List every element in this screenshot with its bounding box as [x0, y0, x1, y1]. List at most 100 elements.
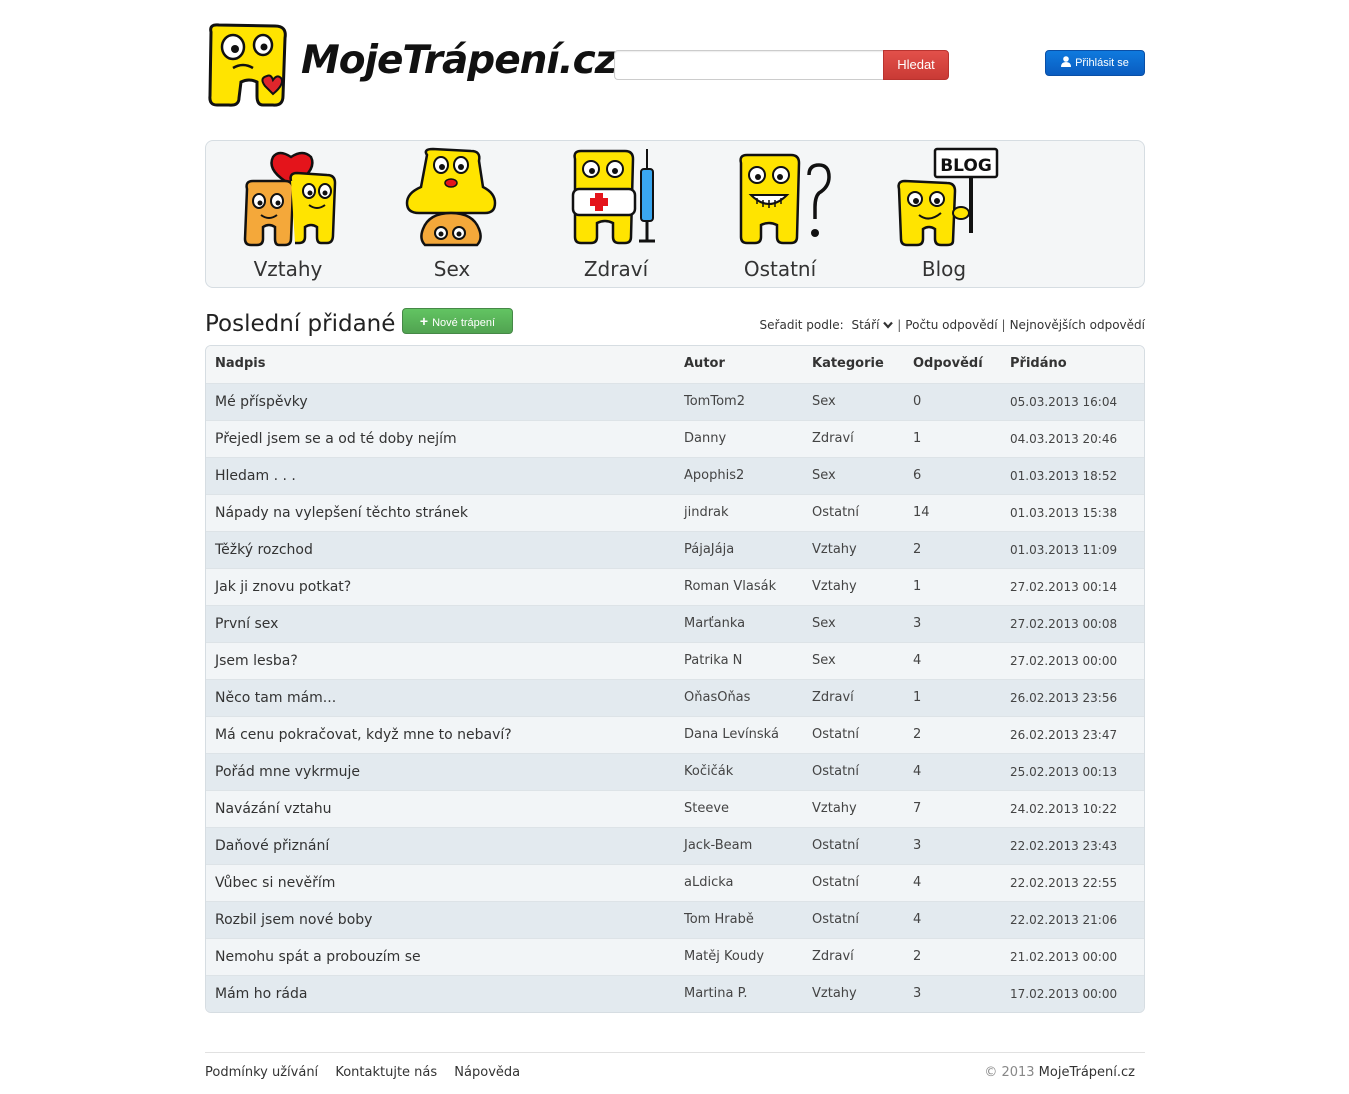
- table-row[interactable]: Těžký rozchod PájaJája Vztahy 2 01.03.2013 1…: [206, 531, 1144, 568]
- row-category: Zdraví: [812, 431, 854, 446]
- row-title-link[interactable]: Má cenu pokračovat, když mne to nebaví?: [215, 717, 512, 753]
- row-category: Ostatní: [812, 912, 860, 927]
- category-vztahy[interactable]: Vztahy: [228, 147, 348, 283]
- row-category: Ostatní: [812, 875, 860, 890]
- row-title-link[interactable]: Přejedl jsem se a od té doby nejím: [215, 421, 457, 457]
- row-author[interactable]: PájaJája: [684, 532, 734, 568]
- search-button[interactable]: Hledat: [883, 50, 949, 80]
- category-ostatni[interactable]: Ostatní: [720, 147, 840, 283]
- sort-bar: Seřadit podle: Stáří | Počtu odpovědí | Nej…: [760, 318, 1145, 332]
- login-button[interactable]: Přihlásit se: [1045, 50, 1145, 76]
- table-row[interactable]: Navázání vztahu Steeve Vztahy 7 24.02.2013 1…: [206, 790, 1144, 827]
- sort-option-age[interactable]: Stáří: [851, 318, 894, 332]
- row-title-link[interactable]: Nápady na vylepšení těchto stránek: [215, 495, 468, 531]
- category-label: Ostatní: [743, 257, 817, 281]
- row-answers: 1: [913, 579, 922, 594]
- row-category: Ostatní: [812, 505, 860, 520]
- row-date: 01.03.2013 11:09: [1010, 543, 1118, 557]
- footer-links: Podmínky užívání Kontaktujte nás Nápověd…: [205, 1065, 533, 1080]
- category-sex[interactable]: Sex: [392, 147, 512, 283]
- row-author[interactable]: Dana Levínská: [684, 717, 779, 753]
- row-author[interactable]: Kočičák: [684, 754, 733, 790]
- row-title-link[interactable]: Hledam . . .: [215, 458, 296, 494]
- table-row[interactable]: Jsem lesba? Patrika N Sex 4 27.02.2013 00:00: [206, 642, 1144, 679]
- row-author[interactable]: Apophis2: [684, 458, 744, 494]
- new-problem-button[interactable]: + Nové trápení: [402, 308, 513, 334]
- row-author[interactable]: Matěj Koudy: [684, 939, 764, 975]
- row-title-link[interactable]: Pořád mne vykrmuje: [215, 754, 360, 790]
- table-row[interactable]: Přejedl jsem se a od té doby nejím Danny Z…: [206, 420, 1144, 457]
- row-title-link[interactable]: Mé příspěvky: [215, 384, 308, 420]
- category-nav: Vztahy Sex Zdraví Ostatní BLOG Blog: [205, 140, 1145, 288]
- row-author[interactable]: Roman Vlasák: [684, 569, 776, 605]
- column-header-title[interactable]: Nadpis: [215, 346, 265, 382]
- row-title-link[interactable]: Navázání vztahu: [215, 791, 332, 827]
- row-author[interactable]: Marťanka: [684, 606, 745, 642]
- login-button-label: Přihlásit se: [1075, 57, 1129, 69]
- problems-table: Nadpis Autor Kategorie Odpovědí Přidáno …: [205, 345, 1145, 1013]
- row-answers: 2: [913, 727, 922, 742]
- column-header-category[interactable]: Kategorie: [812, 346, 884, 382]
- relationship-icon: [243, 151, 337, 247]
- site-logo[interactable]: MojeTrápení.cz: [205, 22, 617, 108]
- row-category: Sex: [812, 394, 836, 409]
- column-header-answers[interactable]: Odpovědí: [913, 346, 983, 382]
- row-title-link[interactable]: Něco tam mám...: [215, 680, 336, 716]
- table-row[interactable]: Daňové přiznání Jack-Beam Ostatní 3 22.02.20…: [206, 827, 1144, 864]
- blog-icon: BLOG: [897, 147, 999, 247]
- row-title-link[interactable]: Těžký rozchod: [215, 532, 313, 568]
- table-row[interactable]: Nápady na vylepšení těchto stránek jindra…: [206, 494, 1144, 531]
- row-author[interactable]: Danny: [684, 421, 726, 457]
- table-row[interactable]: Mé příspěvky TomTom2 Sex 0 05.03.2013 16:04: [206, 383, 1144, 420]
- table-row[interactable]: Jak ji znovu potkat? Roman Vlasák Vztahy 1 2…: [206, 568, 1144, 605]
- row-title-link[interactable]: Nemohu spát a probouzím se: [215, 939, 421, 975]
- footer-link-contact[interactable]: Kontaktujte nás: [335, 1065, 437, 1080]
- row-date: 05.03.2013 16:04: [1010, 395, 1118, 409]
- row-category: Vztahy: [812, 542, 857, 557]
- column-header-date[interactable]: Přidáno: [1010, 346, 1067, 382]
- table-row[interactable]: První sex Marťanka Sex 3 27.02.2013 00:08: [206, 605, 1144, 642]
- row-answers: 4: [913, 912, 922, 927]
- table-row[interactable]: Mám ho ráda Martina P. Vztahy 3 17.02.2013 0…: [206, 975, 1144, 1012]
- table-row[interactable]: Hledam . . . Apophis2 Sex 6 01.03.2013 18:52: [206, 457, 1144, 494]
- table-row[interactable]: Nemohu spát a probouzím se Matěj Koudy Zdr…: [206, 938, 1144, 975]
- row-title-link[interactable]: Vůbec si nevěřím: [215, 865, 335, 901]
- section-title: Poslední přidané: [205, 311, 396, 337]
- row-title-link[interactable]: Jsem lesba?: [215, 643, 298, 679]
- row-author[interactable]: Steeve: [684, 791, 729, 827]
- search-input[interactable]: [614, 50, 884, 80]
- table-row[interactable]: Má cenu pokračovat, když mne to nebaví? D…: [206, 716, 1144, 753]
- table-row[interactable]: Rozbil jsem nové boby Tom Hrabě Ostatní 4 22…: [206, 901, 1144, 938]
- row-author[interactable]: TomTom2: [684, 384, 745, 420]
- copyright-site[interactable]: MojeTrápení.cz: [1039, 1065, 1135, 1080]
- footer-link-help[interactable]: Nápověda: [454, 1065, 520, 1080]
- row-author[interactable]: Jack-Beam: [684, 828, 752, 864]
- row-author[interactable]: OňasOňas: [684, 680, 750, 716]
- table-row[interactable]: Vůbec si nevěřím aLdicka Ostatní 4 22.02.201…: [206, 864, 1144, 901]
- row-answers: 3: [913, 986, 922, 1001]
- footer-link-terms[interactable]: Podmínky užívání: [205, 1065, 318, 1080]
- row-title-link[interactable]: Jak ji znovu potkat?: [215, 569, 351, 605]
- row-title-link[interactable]: Daňové přiznání: [215, 828, 329, 864]
- row-author[interactable]: Martina P.: [684, 976, 748, 1012]
- category-zdravi[interactable]: Zdraví: [556, 147, 676, 283]
- row-author[interactable]: aLdicka: [684, 865, 734, 901]
- row-title-link[interactable]: Mám ho ráda: [215, 976, 307, 1012]
- row-title-link[interactable]: Rozbil jsem nové boby: [215, 902, 372, 938]
- row-author[interactable]: Tom Hrabě: [684, 902, 754, 938]
- row-category: Sex: [812, 468, 836, 483]
- sort-option-newest[interactable]: Nejnovějších odpovědí: [1010, 318, 1145, 332]
- row-category: Vztahy: [812, 801, 857, 816]
- row-author[interactable]: Patrika N: [684, 643, 742, 679]
- row-date: 17.02.2013 00:00: [1010, 987, 1118, 1001]
- category-blog[interactable]: BLOG Blog: [884, 147, 1004, 283]
- table-row[interactable]: Něco tam mám... OňasOňas Zdraví 1 26.02.2013…: [206, 679, 1144, 716]
- copyright: © 2013 MojeTrápení.cz: [984, 1065, 1135, 1080]
- sort-option-answers[interactable]: Počtu odpovědí: [905, 318, 997, 332]
- category-label: Sex: [433, 257, 471, 281]
- row-title-link[interactable]: První sex: [215, 606, 278, 642]
- row-author[interactable]: jindrak: [684, 495, 729, 531]
- table-row[interactable]: Pořád mne vykrmuje Kočičák Ostatní 4 25.02.2…: [206, 753, 1144, 790]
- column-header-author[interactable]: Autor: [684, 346, 725, 382]
- row-date: 22.02.2013 22:55: [1010, 876, 1118, 890]
